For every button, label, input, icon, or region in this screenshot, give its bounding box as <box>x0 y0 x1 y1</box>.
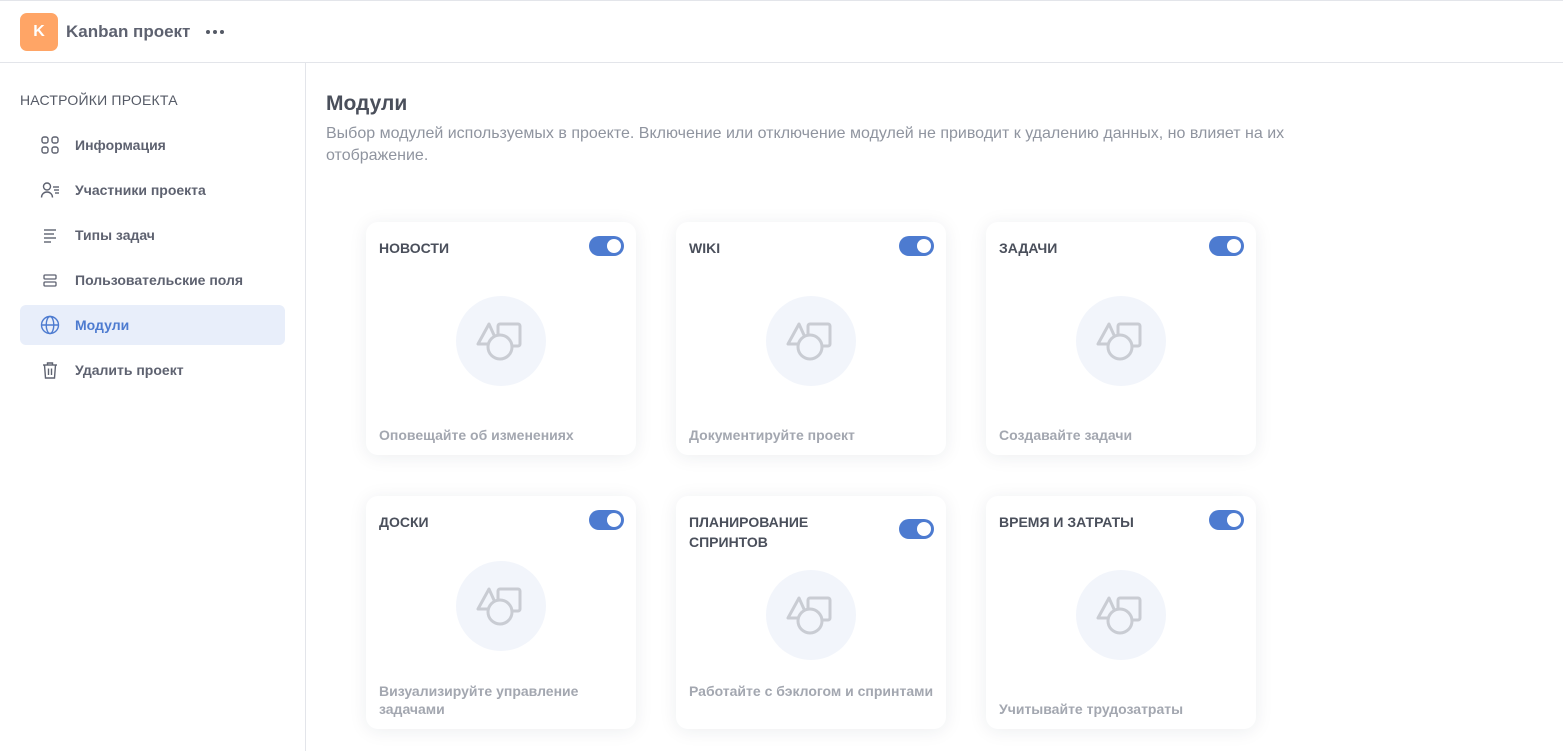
grid-icon <box>40 135 60 155</box>
shapes-placeholder-icon <box>766 296 856 386</box>
sidebar-item-label: Информация <box>75 137 166 153</box>
sidebar-item-label: Пользовательские поля <box>75 272 244 288</box>
main-content: Модули Выбор модулей используемых в прое… <box>326 63 1563 751</box>
module-description: Работайте с бэклогом и спринтами <box>689 683 934 699</box>
users-list-icon <box>40 180 60 200</box>
page-description: Выбор модулей используемых в проекте. Вк… <box>326 125 1285 164</box>
sidebar-item-delete-project[interactable]: Удалить проект <box>20 350 285 390</box>
shapes-placeholder-icon <box>456 561 546 651</box>
shapes-placeholder-icon <box>1076 296 1166 386</box>
top-bar: K Kanban проект <box>0 0 1563 63</box>
sidebar-item-label: Удалить проект <box>75 362 184 378</box>
module-toggle[interactable] <box>1209 236 1244 256</box>
shapes-placeholder-icon <box>1076 570 1166 660</box>
module-toggle[interactable] <box>589 236 624 256</box>
project-avatar[interactable]: K <box>20 12 58 51</box>
module-description: Документируйте проект <box>689 427 855 443</box>
module-description: Визуализируйте управление задачами <box>379 683 579 717</box>
fields-icon <box>40 270 60 290</box>
module-title: НОВОСТИ <box>379 240 450 256</box>
globe-icon <box>40 315 60 335</box>
module-description: Оповещайте об изменениях <box>379 427 574 443</box>
module-description: Создавайте задачи <box>999 427 1133 443</box>
sidebar-item-task-types[interactable]: Типы задач <box>20 215 285 255</box>
sidebar-heading: НАСТРОЙКИ ПРОЕКТА <box>20 92 178 108</box>
module-card-boards: ДОСКИ Визуализируйте управление задачами <box>366 496 636 729</box>
sidebar-item-members[interactable]: Участники проекта <box>20 170 285 210</box>
trash-icon <box>40 360 60 380</box>
sidebar-item-label: Типы задач <box>75 227 155 243</box>
sidebar-nav: Информация Участники проекта Типы задач <box>20 125 285 395</box>
sidebar-item-label: Участники проекта <box>75 182 206 198</box>
module-description: Учитывайте трудозатраты <box>999 701 1184 717</box>
module-card-news: НОВОСТИ Оповещайте об изменениях <box>366 222 636 455</box>
module-card-tasks: ЗАДАЧИ Создавайте задачи <box>986 222 1256 455</box>
shapes-placeholder-icon <box>766 570 856 660</box>
sidebar-item-modules[interactable]: Модули <box>20 305 285 345</box>
module-card-sprint-planning: ПЛАНИРОВАНИЕ СПРИНТОВ Работайте с бэклог… <box>676 496 946 729</box>
module-toggle[interactable] <box>899 519 934 539</box>
module-card-time-costs: ВРЕМЯ И ЗАТРАТЫ Учитывайте трудозатраты <box>986 496 1256 729</box>
sidebar-item-custom-fields[interactable]: Пользовательские поля <box>20 260 285 300</box>
module-toggle[interactable] <box>1209 510 1244 530</box>
module-title: ВРЕМЯ И ЗАТРАТЫ <box>999 514 1134 530</box>
module-title: ЗАДАЧИ <box>999 240 1058 256</box>
module-title: ДОСКИ <box>379 514 429 530</box>
sidebar-item-label: Модули <box>75 317 130 333</box>
page-title: Модули <box>326 92 408 115</box>
module-toggle[interactable] <box>899 236 934 256</box>
module-title: WIKI <box>689 240 721 256</box>
sidebar-item-info[interactable]: Информация <box>20 125 285 165</box>
module-toggle[interactable] <box>589 510 624 530</box>
project-name[interactable]: Kanban проект <box>66 22 190 42</box>
lines-icon <box>40 225 60 245</box>
module-title: ПЛАНИРОВАНИЕ СПРИНТОВ <box>689 514 809 550</box>
shapes-placeholder-icon <box>456 296 546 386</box>
sidebar: НАСТРОЙКИ ПРОЕКТА Информация Участники п… <box>0 63 306 751</box>
more-horizontal-icon[interactable] <box>204 26 226 38</box>
module-card-wiki: WIKI Документируйте проект <box>676 222 946 455</box>
